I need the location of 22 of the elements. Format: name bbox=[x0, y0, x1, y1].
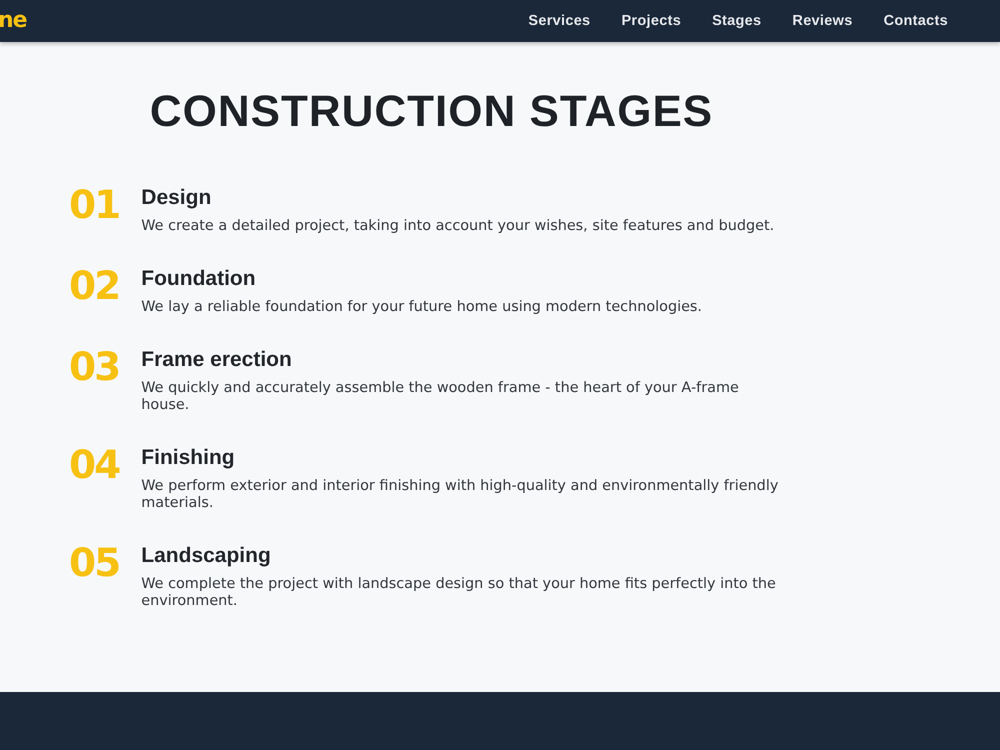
stage-title: Finishing bbox=[141, 445, 236, 471]
stage-number: 02 bbox=[69, 266, 120, 308]
stage-number: 01 bbox=[69, 185, 120, 227]
stage-number: 03 bbox=[69, 347, 120, 389]
stage-description: We lay a reliable foundation for your future home using modern technologies. bbox=[141, 299, 704, 316]
stage-description: We complete the project with landscape design so that your home fits perfectly into the environment. bbox=[141, 576, 777, 610]
stage-description: We perform exterior and interior finishing with high-quality and environmentally friendly materials. bbox=[141, 478, 780, 512]
nav-link[interactable]: Stages bbox=[712, 13, 762, 29]
section-heading: CONSTRUCTION STAGES bbox=[148, 89, 714, 135]
nav-link[interactable]: Contacts bbox=[884, 13, 948, 29]
logo-text[interactable]: ne bbox=[0, 10, 27, 32]
stage-description: We quickly and accurately assemble the wooden frame - the heart of your A-frame house. bbox=[141, 380, 740, 414]
stage-title: Frame erection bbox=[141, 347, 293, 373]
stage-title: Design bbox=[141, 185, 212, 211]
stage-description: We create a detailed project, taking into account your wishes, site features and budget. bbox=[141, 218, 776, 235]
nav-link[interactable]: Services bbox=[528, 13, 590, 29]
stage-title: Foundation bbox=[141, 266, 257, 292]
stage-number: 04 bbox=[69, 445, 120, 487]
stage-title: Landscaping bbox=[141, 543, 272, 569]
nav-link[interactable]: Projects bbox=[621, 13, 682, 29]
stage-number: 05 bbox=[69, 543, 120, 585]
nav-link[interactable]: Reviews bbox=[792, 13, 853, 29]
